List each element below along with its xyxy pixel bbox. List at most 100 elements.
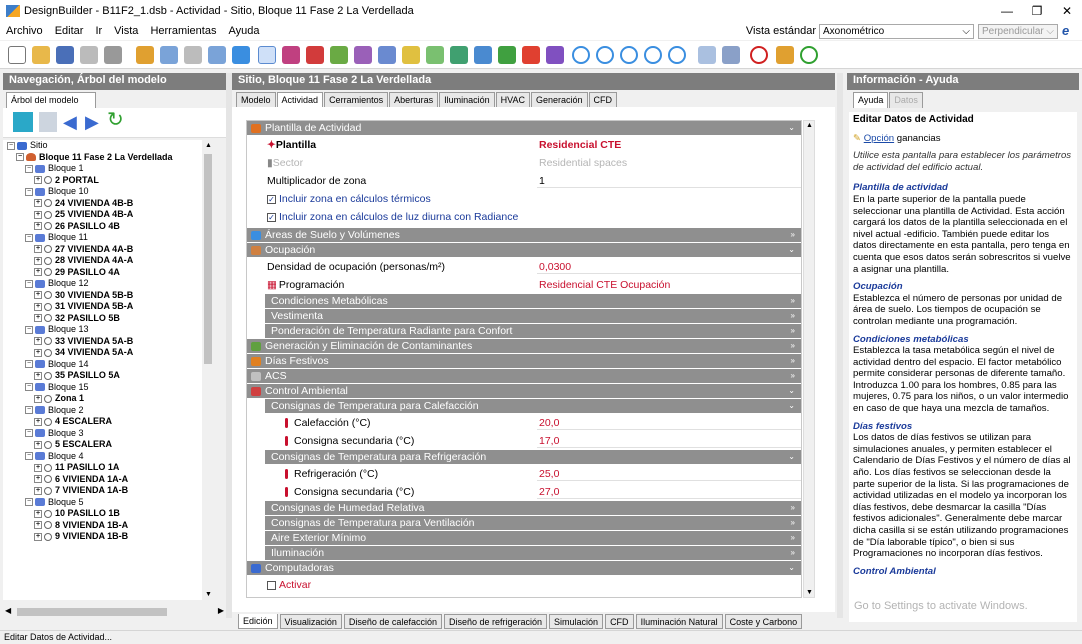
collapse-icon[interactable]: − [25, 325, 33, 334]
tree-node-zone[interactable]: +31 VIVIENDA 5B-A [3, 301, 202, 313]
tree-node-zone[interactable]: +2 PORTAL [3, 175, 202, 187]
restore-button[interactable]: ❐ [1022, 0, 1052, 22]
menu-ir[interactable]: Ir [89, 25, 108, 37]
expand-icon[interactable]: » [791, 339, 795, 353]
expand-icon[interactable]: + [34, 521, 42, 530]
section-humidity[interactable]: Consignas de Humedad Relativa » [265, 501, 801, 515]
menu-ayuda[interactable]: Ayuda [222, 25, 265, 37]
tree-node-block[interactable]: − Bloque 13 [3, 324, 202, 336]
schedule-value[interactable]: Residencial CTE Ocupación [537, 279, 801, 292]
tree-node-block[interactable]: − Bloque 15 [3, 382, 202, 394]
menu-editar[interactable]: Editar [49, 25, 90, 37]
expand-icon[interactable]: » [791, 531, 795, 545]
measure-icon[interactable] [474, 46, 492, 64]
collapse-icon[interactable]: − [25, 164, 33, 173]
expand-icon[interactable]: » [791, 354, 795, 368]
tree-node-block[interactable]: − Bloque 12 [3, 278, 202, 290]
collapse-icon[interactable]: ⌄ [788, 384, 795, 398]
tree-node-zone[interactable]: +10 PASILLO 1B [3, 508, 202, 520]
tab-actividad[interactable]: Actividad [276, 92, 324, 108]
edit-icon[interactable] [104, 46, 122, 64]
tree-node-zone[interactable]: +34 VIVIENDA 5A-A [3, 347, 202, 359]
tree-node-zone[interactable]: +26 PASILLO 4B [3, 221, 202, 233]
section-contaminants[interactable]: Generación y Eliminación de Contaminante… [247, 339, 801, 353]
draw-icon[interactable] [184, 46, 202, 64]
heart-icon[interactable] [306, 46, 324, 64]
add-component-icon[interactable] [330, 46, 348, 64]
close-button[interactable]: ✕ [1052, 0, 1082, 22]
print-icon[interactable] [80, 46, 98, 64]
expand-icon[interactable]: + [34, 371, 42, 380]
guide-icon[interactable] [450, 46, 468, 64]
view-direction-select[interactable]: Perpendicular ⌵ [978, 23, 1058, 39]
tree-node-zone[interactable]: +5 ESCALERA [3, 439, 202, 451]
expand-icon[interactable]: » [791, 294, 795, 308]
tree-node-block[interactable]: − Bloque 3 [3, 428, 202, 440]
outline-icon[interactable] [426, 46, 444, 64]
tab-cfd[interactable]: CFD [588, 92, 618, 108]
tree-hscrollbar[interactable]: ◀ ▶ [3, 606, 226, 618]
expand-icon[interactable]: + [34, 245, 42, 254]
expand-icon[interactable]: » [791, 369, 795, 383]
heating-input[interactable]: 20,0 [537, 417, 801, 430]
tree-node-zone[interactable]: +11 PASILLO 1A [3, 462, 202, 474]
expand-icon[interactable]: + [34, 268, 42, 277]
view-mode-select[interactable]: Axonométrico ⌵ [819, 23, 974, 39]
expand-icon[interactable]: + [34, 199, 42, 208]
tree-node-block[interactable]: − Bloque 14 [3, 359, 202, 371]
section-cooling-setpoints[interactable]: Consignas de Temperatura para Refrigerac… [265, 450, 801, 464]
collapse-icon[interactable]: − [25, 187, 33, 196]
tab-hvac[interactable]: HVAC [495, 92, 530, 108]
tree-node-site[interactable]: − Sitio [3, 140, 202, 152]
zoom-extents-icon[interactable] [668, 46, 686, 64]
expand-icon[interactable]: + [34, 337, 42, 346]
tree-node-zone[interactable]: +24 VIVIENDA 4B-B [3, 198, 202, 210]
section-min-air[interactable]: Aire Exterior Mínimo » [265, 531, 801, 545]
tree-node-block[interactable]: − Bloque 11 [3, 232, 202, 244]
tree-node-block[interactable]: − Bloque 5 [3, 497, 202, 509]
tab-modelo[interactable]: Modelo [236, 92, 276, 108]
scroll-left-icon[interactable]: ◀ [5, 606, 11, 615]
expand-icon[interactable]: » [791, 324, 795, 338]
zoom-out-icon[interactable] [620, 46, 638, 64]
section-acs[interactable]: ACS » [247, 369, 801, 383]
tree-node-zone[interactable]: +8 VIVIENDA 1B-A [3, 520, 202, 532]
section-areas[interactable]: Áreas de Suelo y Volúmenes » [247, 228, 801, 242]
select-pointer-icon[interactable] [258, 46, 276, 64]
screen-icon[interactable] [698, 46, 716, 64]
expand-icon[interactable]: + [34, 348, 42, 357]
go-icon[interactable] [13, 112, 33, 132]
collapse-icon[interactable]: ⌄ [788, 561, 795, 575]
back-arrow-icon[interactable]: ◀ [63, 113, 77, 131]
collapse-icon[interactable]: − [25, 360, 33, 369]
opening-icon[interactable] [402, 46, 420, 64]
expand-icon[interactable]: + [34, 302, 42, 311]
section-heating-setpoints[interactable]: Consignas de Temperatura para Calefacció… [265, 399, 801, 413]
tree-node-zone[interactable]: +4 ESCALERA [3, 416, 202, 428]
bottom-tab-6[interactable]: Iluminación Natural [635, 614, 723, 629]
minimize-button[interactable]: — [992, 0, 1022, 22]
wizard-icon[interactable] [776, 46, 794, 64]
scroll-up-icon[interactable]: ▲ [205, 142, 212, 149]
include-thermal-checkbox[interactable]: ✓ Incluir zona en cálculos térmicos [267, 193, 431, 205]
expand-icon[interactable]: + [34, 509, 42, 518]
expand-icon[interactable]: + [34, 417, 42, 426]
expand-icon[interactable]: + [34, 475, 42, 484]
scroll-down-icon[interactable]: ▼ [806, 589, 813, 596]
menu-archivo[interactable]: Archivo [0, 25, 49, 37]
text-icon[interactable] [546, 46, 564, 64]
section-lighting[interactable]: Iluminación » [265, 546, 801, 560]
section-occupancy[interactable]: Ocupación ⌄ [247, 243, 801, 257]
expand-icon[interactable]: + [34, 486, 42, 495]
section-radiant[interactable]: Ponderación de Temperatura Radiante para… [265, 324, 801, 338]
new-file-icon[interactable] [8, 46, 26, 64]
multiplier-input[interactable]: 1 [537, 175, 801, 188]
bottom-tab-1[interactable]: Visualización [279, 614, 342, 629]
tree-node-building[interactable]: − Bloque 11 Fase 2 La Verdellada [3, 152, 202, 164]
collapse-icon[interactable]: − [25, 452, 33, 461]
bottom-tab-2[interactable]: Diseño de calefacción [343, 614, 442, 629]
designbuilder-e-icon[interactable]: e [1062, 24, 1078, 38]
collapse-icon[interactable]: ⌄ [788, 121, 795, 135]
collapse-icon[interactable]: ⌄ [788, 243, 795, 257]
expand-icon[interactable]: » [791, 228, 795, 242]
